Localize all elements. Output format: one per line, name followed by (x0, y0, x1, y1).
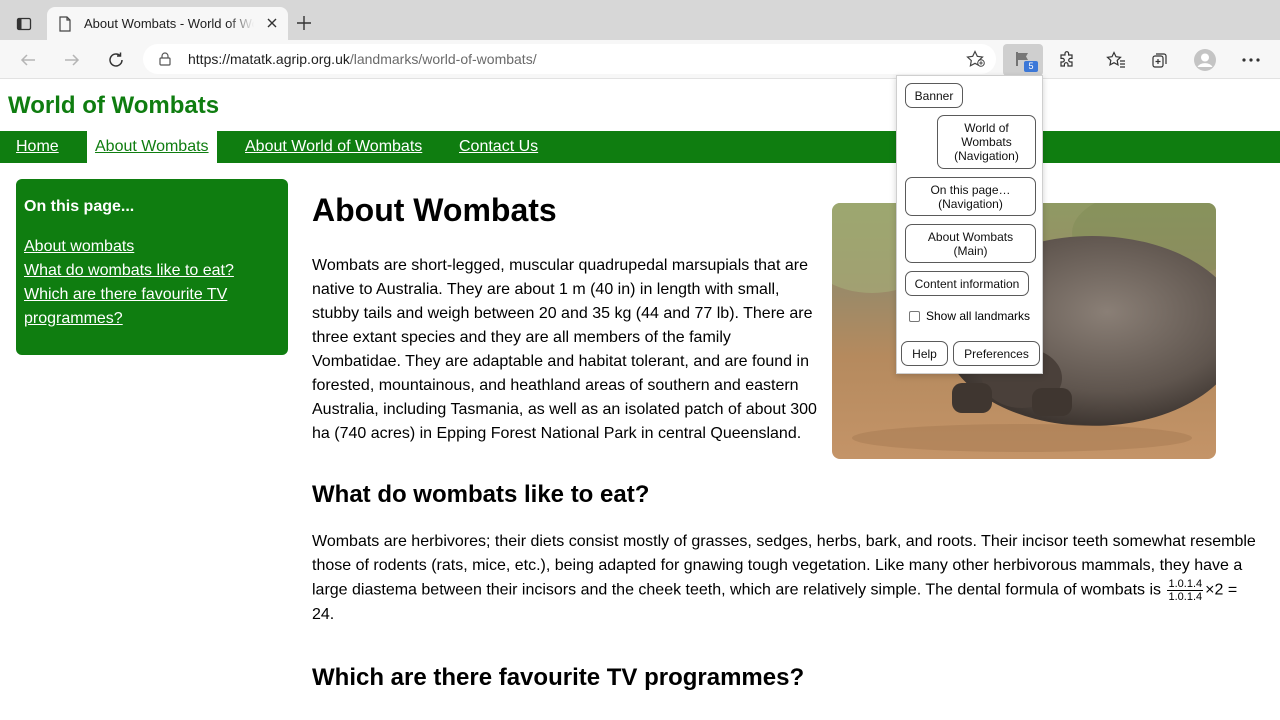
site-title: World of Wombats (8, 92, 220, 119)
page-heading: About Wombats (312, 192, 557, 228)
formula-denominator: 1.0.1.4 (1168, 591, 1203, 603)
on-this-page-sidebar: On this page... About wombats What do wo… (16, 179, 288, 355)
landmark-on-this-page-button[interactable]: On this page… (Navigation) (905, 177, 1036, 216)
url-path: /landmarks/world-of-wombats/ (349, 51, 537, 67)
nav-home[interactable]: Home (16, 131, 59, 163)
nav-contact-us[interactable]: Contact Us (459, 131, 538, 163)
tab-actions-icon[interactable] (10, 10, 38, 38)
formula-rest: ×2 = (1205, 581, 1238, 599)
extensions-icon[interactable] (1054, 47, 1080, 73)
browser-toolbar: https://matatk.agrip.org.uk/landmarks/wo… (0, 40, 1280, 79)
eat-heading: What do wombats like to eat? (312, 481, 650, 508)
sidebar-title: On this page... (24, 198, 135, 215)
landmarks-extension-button[interactable]: 5 (1003, 44, 1043, 76)
formula-result: 24. (312, 606, 335, 623)
reload-icon[interactable] (103, 47, 129, 73)
intro-paragraph: Wombats are short-legged, muscular quadr… (312, 257, 817, 442)
eat-paragraph: Wombats are herbivores; their diets cons… (312, 530, 1264, 627)
more-menu-icon[interactable] (1238, 47, 1264, 73)
extension-badge: 5 (1024, 61, 1038, 72)
nav-about-wombats[interactable]: About Wombats (87, 131, 217, 163)
help-button[interactable]: Help (901, 341, 948, 366)
tab-title: About Wombats - World of Wombats (84, 16, 254, 31)
forward-icon[interactable] (59, 47, 85, 73)
landmark-banner-button[interactable]: Banner (905, 83, 963, 108)
eat-text: Wombats are herbivores; their diets cons… (312, 533, 1256, 599)
url-host: https://matatk.agrip.org.uk (188, 51, 350, 67)
site-navigation: Home About Wombats About World of Wombat… (0, 131, 1280, 163)
tv-heading: Which are there favourite TV programmes? (312, 664, 805, 691)
browser-tab[interactable]: About Wombats - World of Wombats (47, 7, 288, 40)
preferences-button[interactable]: Preferences (953, 341, 1040, 366)
landmark-content-info-button[interactable]: Content information (905, 271, 1029, 296)
add-favorite-icon[interactable] (966, 50, 986, 73)
collections-icon[interactable] (1147, 47, 1173, 73)
favorites-icon[interactable] (1103, 47, 1129, 73)
landmark-site-navigation-button[interactable]: World of Wombats (Navigation) (937, 115, 1036, 169)
landmarks-popup: Banner World of Wombats (Navigation) On … (896, 75, 1043, 374)
show-all-label: Show all landmarks (926, 309, 1031, 323)
page-icon (58, 16, 72, 37)
new-tab-icon[interactable] (294, 13, 314, 33)
dental-formula: 1.0.1.4 1.0.1.4 (1167, 578, 1204, 603)
address-bar[interactable]: https://matatk.agrip.org.uk/landmarks/wo… (143, 44, 996, 74)
main-content: About Wombats Wombats are short-legged, … (312, 190, 1264, 693)
sidebar-link-about[interactable]: About wombats (24, 235, 280, 259)
back-icon[interactable] (15, 47, 41, 73)
close-icon[interactable] (264, 15, 280, 31)
nav-about-world-of-wombats[interactable]: About World of Wombats (245, 131, 422, 163)
tab-strip: About Wombats - World of Wombats (0, 0, 1280, 40)
show-all-landmarks-option[interactable]: Show all landmarks (909, 309, 1030, 323)
profile-avatar-icon[interactable] (1192, 47, 1218, 73)
formula-numerator: 1.0.1.4 (1167, 578, 1204, 591)
sidebar-link-eat[interactable]: What do wombats like to eat? (24, 259, 280, 283)
url-text: https://matatk.agrip.org.uk/landmarks/wo… (188, 51, 537, 67)
sidebar-link-tv[interactable]: Which are there favourite TV programmes? (24, 283, 280, 331)
show-all-checkbox[interactable] (909, 310, 920, 322)
landmark-main-button[interactable]: About Wombats (Main) (905, 224, 1036, 263)
lock-icon[interactable] (159, 52, 171, 71)
